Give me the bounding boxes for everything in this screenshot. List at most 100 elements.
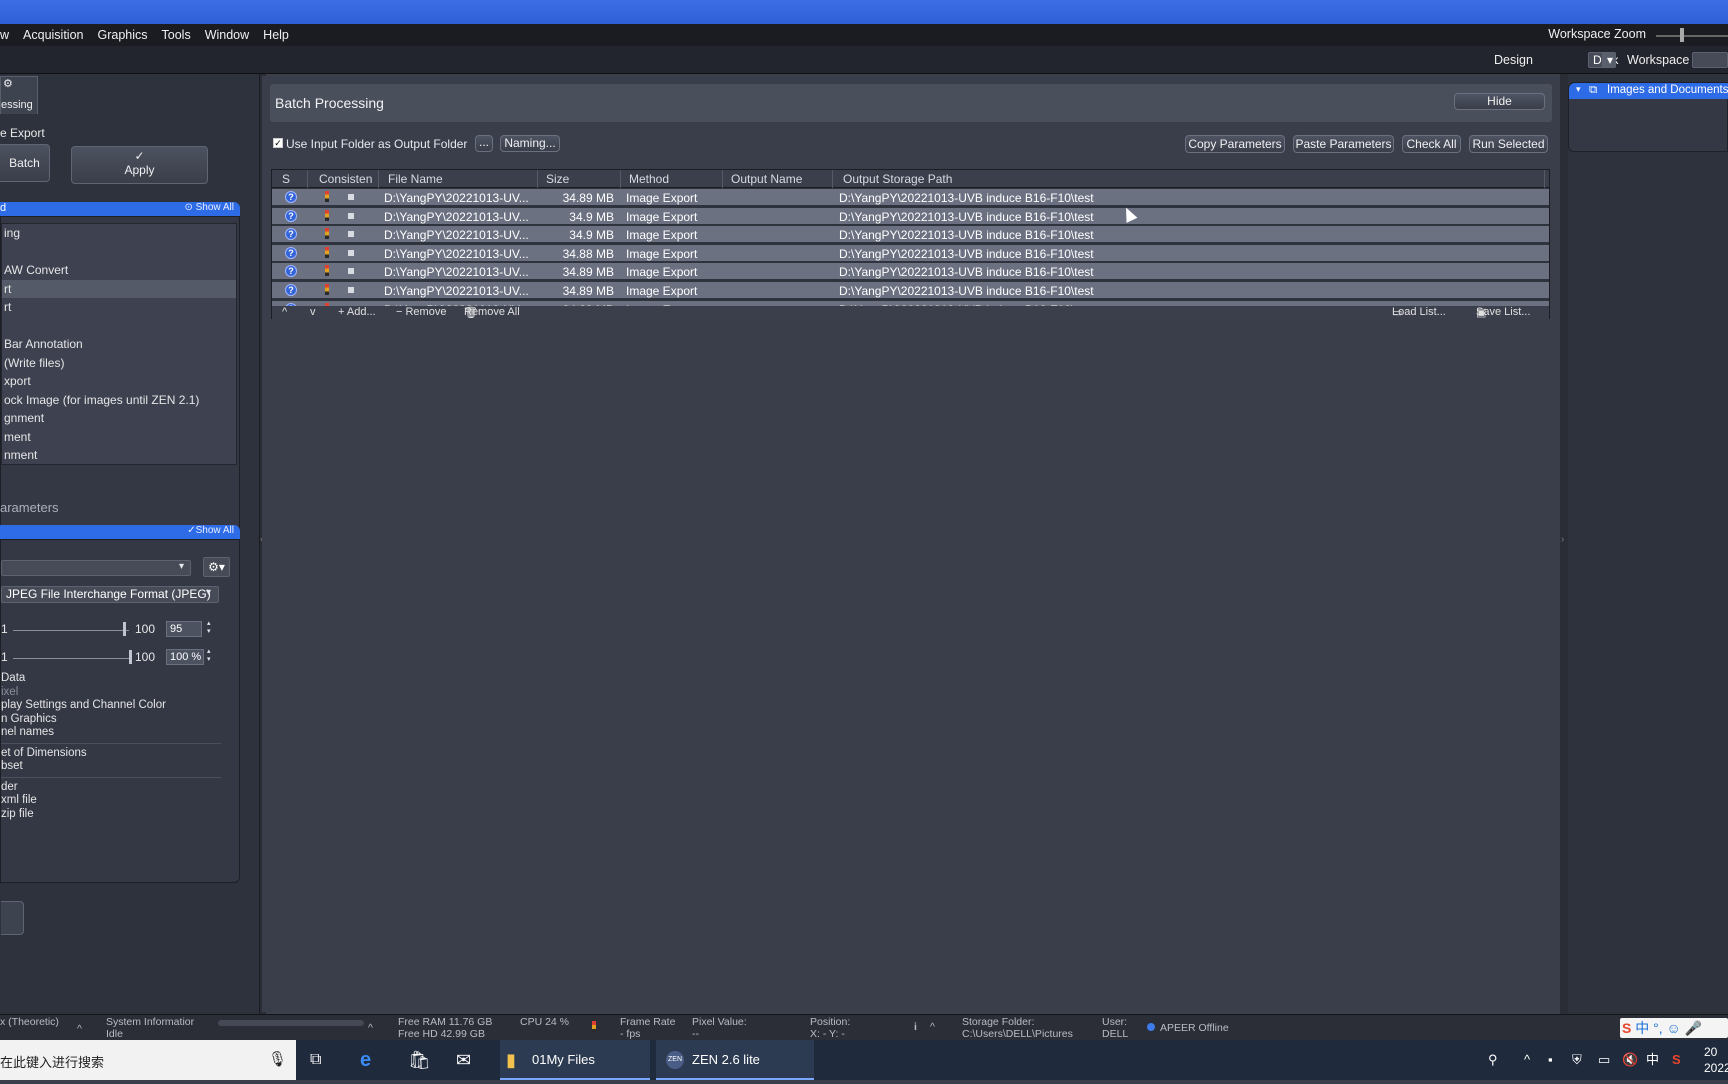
file-type-select[interactable]: JPEG File Interchange Format (JPEG) [1, 586, 219, 603]
storage-folder-path[interactable]: C:\Users\DELL\Pictures [962, 1028, 1073, 1040]
export-option[interactable]: ixel [1, 686, 221, 700]
col-file-name[interactable]: File Name [388, 172, 443, 186]
export-option[interactable]: nel names [1, 726, 221, 740]
quality-slider-handle[interactable] [123, 622, 127, 636]
method-list-item[interactable] [2, 317, 236, 336]
taskbar-files[interactable]: ▮ 01My Files [500, 1040, 650, 1080]
method-list-item[interactable]: ing [2, 224, 236, 243]
remove-button[interactable]: − Remove [396, 306, 446, 318]
collapse-right-icon[interactable]: › [1561, 534, 1564, 545]
design-dropdown-icon[interactable]: ▾ [1602, 52, 1616, 68]
expand-progress-icon[interactable]: ^ [368, 1022, 373, 1034]
col-consistency[interactable]: Consisten [319, 172, 372, 186]
info-icon[interactable]: i [914, 1021, 917, 1033]
col-separator[interactable] [832, 170, 833, 188]
scale-slider[interactable] [13, 658, 129, 659]
menu-window[interactable]: Window [198, 28, 256, 42]
method-list-item[interactable]: ock Image (for images until ZEN 2.1) [2, 391, 236, 410]
clock[interactable]: 20 2022 [1704, 1044, 1728, 1084]
method-list-item[interactable]: rt [2, 298, 236, 317]
settings-gear-button[interactable]: ⚙▾ [203, 557, 230, 577]
col-method[interactable]: Method [629, 172, 669, 186]
hide-button[interactable]: Hide [1454, 93, 1545, 110]
export-option[interactable]: Data [1, 672, 221, 686]
table-row[interactable]: ? D:\YangPY\20221013-UV... 34.89 MB Image E… [272, 282, 1549, 299]
table-row[interactable]: ? D:\YangPY\20221013-UV... 34.9 MB Image Ex… [272, 226, 1549, 244]
quality-input[interactable]: 95 [166, 621, 202, 637]
col-separator[interactable] [722, 170, 723, 188]
scale-input[interactable]: 100 % [166, 649, 204, 665]
edge-icon[interactable]: e [360, 1040, 371, 1080]
method-list-item[interactable]: gnment [2, 409, 236, 428]
col-separator[interactable] [1544, 170, 1545, 188]
table-row[interactable]: ? D:\YangPY\20221013-UV... 34.89 MB Image E… [272, 263, 1549, 281]
ime-toolbar[interactable]: S 中 °, ☺ 🎤 [1620, 1018, 1728, 1038]
menu-tools[interactable]: Tools [155, 28, 198, 42]
add-button[interactable]: + Add... [338, 306, 376, 318]
tab-processing[interactable]: ⚙ essing [0, 76, 38, 114]
col-status[interactable]: S [282, 172, 290, 186]
batch-button[interactable]: Batch [0, 144, 50, 182]
workspace-zoom-handle[interactable] [1680, 28, 1684, 42]
search-input[interactable]: 在此键入进行搜索 [0, 1052, 104, 1071]
use-input-folder-checkbox[interactable]: ✓ [273, 138, 283, 148]
info-expand-icon[interactable]: ^ [930, 1021, 935, 1033]
method-show-all[interactable]: ⊙ Show All [184, 202, 234, 213]
run-selected-button[interactable]: Run Selected [1469, 135, 1548, 153]
network-icon[interactable]: ▭ [1598, 1040, 1610, 1080]
copy-parameters-button[interactable]: Copy Parameters [1185, 135, 1285, 153]
method-list-item[interactable] [2, 243, 236, 262]
images-documents-header[interactable]: ▾ ⧉ Images and Documents [1569, 83, 1728, 99]
export-option[interactable]: zip file [1, 808, 221, 822]
export-option[interactable]: n Graphics [1, 713, 221, 727]
paste-parameters-button[interactable]: Paste Parameters [1293, 135, 1394, 153]
params-show-all[interactable]: ✓Show All [187, 525, 234, 536]
menu-graphics[interactable]: Graphics [90, 28, 154, 42]
check-all-button[interactable]: Check All [1402, 135, 1461, 153]
table-row[interactable]: ? D:\YangPY\20221013-UV... 34.9 MB Image Ex… [272, 207, 1549, 225]
security-icon[interactable]: ⛨ [1572, 1040, 1582, 1080]
method-list-item[interactable]: rt [2, 279, 236, 298]
col-output-name[interactable]: Output Name [731, 172, 802, 186]
table-row[interactable]: ? D:\YangPY\20221013-UV... 34.88 MB Image E… [272, 244, 1549, 262]
col-separator[interactable] [620, 170, 621, 188]
taskbar-search[interactable]: 在此键入进行搜索 🎙 [0, 1040, 296, 1080]
table-row[interactable]: ? D:\YangPY\20221013-UV... 34.89 MB Image E… [272, 189, 1549, 206]
volume-muted-icon[interactable]: 🔇 [1622, 1040, 1638, 1080]
col-separator[interactable] [537, 170, 538, 188]
menu-help[interactable]: Help [256, 28, 296, 42]
microphone-icon[interactable]: 🎙 [268, 1050, 287, 1068]
task-view-icon[interactable]: ⧉ [310, 1040, 321, 1080]
workspace-select[interactable] [1692, 52, 1728, 68]
method-list-item[interactable]: AW Convert [2, 261, 236, 280]
right-splitter[interactable]: › [1560, 74, 1568, 1014]
move-up-button[interactable]: ^ [282, 306, 287, 318]
workspace-zoom-slider[interactable] [1656, 35, 1728, 37]
export-option[interactable]: bset [1, 760, 221, 774]
taskbar-zen[interactable]: ZEN ZEN 2.6 lite [656, 1040, 814, 1080]
people-icon[interactable]: ⚲ [1488, 1040, 1498, 1080]
store-icon[interactable]: 🛍 [408, 1040, 431, 1080]
col-separator[interactable] [378, 170, 379, 188]
scale-slider-handle[interactable] [129, 650, 132, 664]
method-list-item[interactable]: ment [2, 428, 236, 447]
naming-button[interactable]: Naming... [500, 135, 560, 152]
export-option[interactable]: xml file [1, 794, 221, 808]
menu-acquisition[interactable]: Acquisition [16, 28, 90, 42]
method-list-item[interactable]: Bar Annotation [2, 335, 236, 354]
mail-icon[interactable]: ✉ [456, 1040, 471, 1080]
sogou-tray-icon[interactable]: S [1672, 1040, 1681, 1080]
method-list-item[interactable]: xport [2, 372, 236, 391]
col-size[interactable]: Size [546, 172, 569, 186]
export-option[interactable]: der [1, 781, 221, 795]
browse-folder-button[interactable]: ... [475, 135, 493, 152]
settings-select[interactable] [1, 560, 191, 576]
panel-action-button[interactable] [1, 901, 24, 935]
col-separator[interactable] [307, 170, 308, 188]
scale-stepper-icon[interactable]: ▴ ▾ [207, 648, 211, 664]
method-list-item[interactable]: nment [2, 446, 236, 465]
quality-stepper-icon[interactable]: ▴ ▾ [207, 620, 211, 636]
apply-button[interactable]: ✓ Apply [71, 146, 208, 184]
export-option[interactable]: et of Dimensions [1, 747, 221, 761]
input-language[interactable]: 中 [1646, 1040, 1659, 1080]
